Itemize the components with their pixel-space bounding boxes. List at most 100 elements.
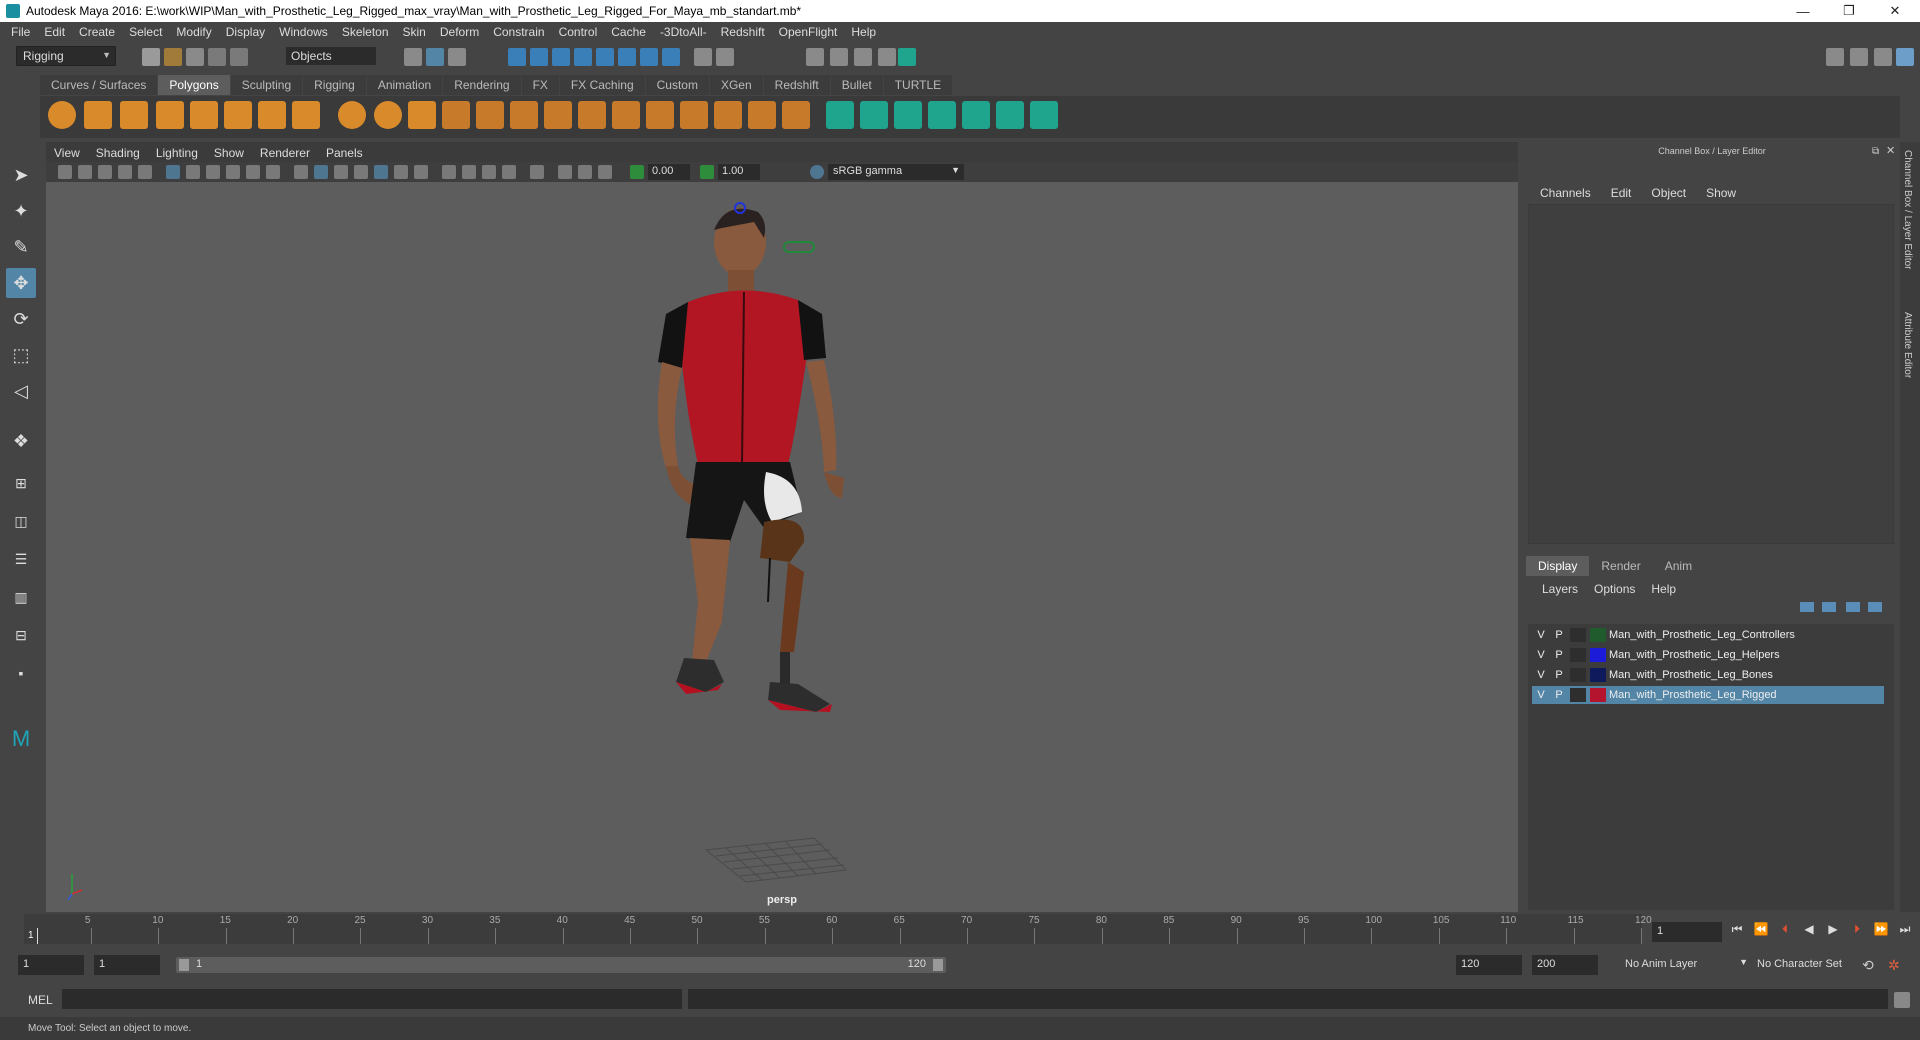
exposure-field[interactable]: 0.00 xyxy=(648,164,690,180)
range-slider[interactable]: 1 120 xyxy=(176,957,946,973)
append-polygon-icon[interactable] xyxy=(714,101,742,129)
layer-visibility-toggle[interactable]: V xyxy=(1532,689,1550,701)
shelf-tab-fx-caching[interactable]: FX Caching xyxy=(559,75,645,95)
step-back-frame-icon[interactable]: ⏪ xyxy=(1752,922,1770,940)
layer-playback-toggle[interactable]: P xyxy=(1550,629,1568,641)
layer-menu-help[interactable]: Help xyxy=(1643,582,1684,596)
shelf-tab-rendering[interactable]: Rendering xyxy=(443,75,521,95)
shelf-tab-animation[interactable]: Animation xyxy=(366,75,443,95)
wireframe-icon[interactable] xyxy=(294,165,308,179)
history-icon[interactable] xyxy=(716,48,734,66)
redo-icon[interactable] xyxy=(230,48,248,66)
menu-windows[interactable]: Windows xyxy=(272,25,335,39)
rotate-tool-icon[interactable]: ⟳ xyxy=(6,304,36,334)
cb-menu-channels[interactable]: Channels xyxy=(1530,186,1601,200)
menu-skeleton[interactable]: Skeleton xyxy=(335,25,396,39)
snap-vertex-icon[interactable] xyxy=(640,48,658,66)
shelf-tab-xgen[interactable]: XGen xyxy=(709,75,763,95)
new-scene-icon[interactable] xyxy=(142,48,160,66)
transfer-attributes-icon[interactable] xyxy=(1030,101,1058,129)
lasso-tool-icon[interactable]: ✦ xyxy=(6,196,36,226)
animation-end-field[interactable]: 200 xyxy=(1532,955,1598,975)
menu-openflight[interactable]: OpenFlight xyxy=(772,25,845,39)
uv-editor-icon[interactable] xyxy=(962,101,990,129)
layout-two-pane-icon[interactable]: ◫ xyxy=(6,506,36,536)
render-view-icon[interactable] xyxy=(806,48,824,66)
step-back-key-icon[interactable]: ⏴ xyxy=(1776,922,1794,940)
layer-playback-toggle[interactable]: P xyxy=(1550,649,1568,661)
ipr-render-icon[interactable] xyxy=(854,48,872,66)
last-tool-icon[interactable]: ◁ xyxy=(6,376,36,406)
move-layer-down-icon[interactable] xyxy=(1822,602,1836,612)
poly-cube-icon[interactable] xyxy=(84,101,112,129)
playback-end-field[interactable]: 120 xyxy=(1456,955,1522,975)
image-plane-icon[interactable] xyxy=(118,165,132,179)
panel-menu-shading[interactable]: Shading xyxy=(88,144,148,162)
booleans-icon[interactable] xyxy=(476,101,504,129)
menu-set-select[interactable]: Rigging ▼ xyxy=(16,46,116,66)
field-chart-icon[interactable] xyxy=(246,165,260,179)
menu-select[interactable]: Select xyxy=(122,25,169,39)
layer-color-swatch[interactable] xyxy=(1590,688,1606,702)
menu-3dtoall[interactable]: -3DtoAll- xyxy=(653,25,714,39)
layer-row-selected[interactable]: V P Man_with_Prosthetic_Leg_Rigged xyxy=(1532,686,1884,704)
panel-menu-renderer[interactable]: Renderer xyxy=(252,144,318,162)
selection-mode-field[interactable]: Objects xyxy=(286,47,376,65)
layer-tab-render[interactable]: Render xyxy=(1589,556,1652,576)
hypershade-icon[interactable] xyxy=(898,48,916,66)
select-object-icon[interactable] xyxy=(426,48,444,66)
menu-help[interactable]: Help xyxy=(844,25,883,39)
step-forward-frame-icon[interactable]: ⏩ xyxy=(1872,922,1890,940)
layer-menu-layers[interactable]: Layers xyxy=(1534,582,1586,596)
snap-curve-icon[interactable] xyxy=(530,48,548,66)
select-tool-icon[interactable]: ➤ xyxy=(6,160,36,190)
layer-display-type[interactable] xyxy=(1570,668,1586,682)
combine-icon[interactable] xyxy=(338,101,366,129)
cb-menu-edit[interactable]: Edit xyxy=(1601,186,1642,200)
render-settings-icon[interactable] xyxy=(878,48,896,66)
workspace-icon[interactable] xyxy=(1826,48,1844,66)
menu-display[interactable]: Display xyxy=(219,25,272,39)
textured-icon[interactable] xyxy=(374,165,388,179)
play-forwards-icon[interactable]: ▶ xyxy=(1824,922,1842,940)
go-to-end-icon[interactable]: ⏭ xyxy=(1896,922,1914,940)
range-start-handle[interactable] xyxy=(179,959,189,971)
shelf-tab-custom[interactable]: Custom xyxy=(645,75,709,95)
color-management-icon[interactable] xyxy=(810,165,824,179)
safe-action-icon[interactable] xyxy=(266,165,280,179)
scale-tool-icon[interactable]: ⬚ xyxy=(6,340,36,370)
layer-row[interactable]: V P Man_with_Prosthetic_Leg_Controllers xyxy=(1532,626,1884,644)
use-lights-icon[interactable] xyxy=(394,165,408,179)
panel-menu-view[interactable]: View xyxy=(46,144,88,162)
script-language-label[interactable]: MEL xyxy=(28,993,53,1007)
planar-map-icon[interactable] xyxy=(826,101,854,129)
layout-graph-icon[interactable]: ▥ xyxy=(6,582,36,612)
select-component-icon[interactable] xyxy=(448,48,466,66)
resolution-gate-icon[interactable] xyxy=(206,165,220,179)
snap-mode-icon[interactable] xyxy=(662,48,680,66)
menu-deform[interactable]: Deform xyxy=(433,25,486,39)
isolate-select-icon[interactable] xyxy=(530,165,544,179)
multi-cut-icon[interactable] xyxy=(544,101,572,129)
snap-view-icon[interactable] xyxy=(574,48,592,66)
channel-box-toggle-icon[interactable] xyxy=(1896,48,1914,66)
separate-icon[interactable] xyxy=(374,101,402,129)
gate-mask-icon[interactable] xyxy=(226,165,240,179)
layer-tab-anim[interactable]: Anim xyxy=(1653,556,1704,576)
layer-menu-options[interactable]: Options xyxy=(1586,582,1643,596)
poly-pyramid-icon[interactable] xyxy=(258,101,286,129)
shelf-tab-rigging[interactable]: Rigging xyxy=(303,75,366,95)
shelf-tab-sculpting[interactable]: Sculpting xyxy=(230,75,303,95)
auto-key-icon[interactable]: ⟲ xyxy=(1862,957,1874,974)
spherical-map-icon[interactable] xyxy=(894,101,922,129)
layer-row[interactable]: V P Man_with_Prosthetic_Leg_Helpers xyxy=(1532,646,1884,664)
new-empty-layer-icon[interactable] xyxy=(1846,602,1860,612)
shelf-tab-polygons[interactable]: Polygons xyxy=(158,75,230,95)
gamma-icon[interactable] xyxy=(700,165,714,179)
exposure-icon[interactable] xyxy=(630,165,644,179)
layer-visibility-toggle[interactable]: V xyxy=(1532,649,1550,661)
poly-cylinder-icon[interactable] xyxy=(120,101,148,129)
depth-of-field-icon[interactable] xyxy=(502,165,516,179)
layer-playback-toggle[interactable]: P xyxy=(1550,669,1568,681)
layout-stack-icon[interactable]: ⊟ xyxy=(6,620,36,650)
